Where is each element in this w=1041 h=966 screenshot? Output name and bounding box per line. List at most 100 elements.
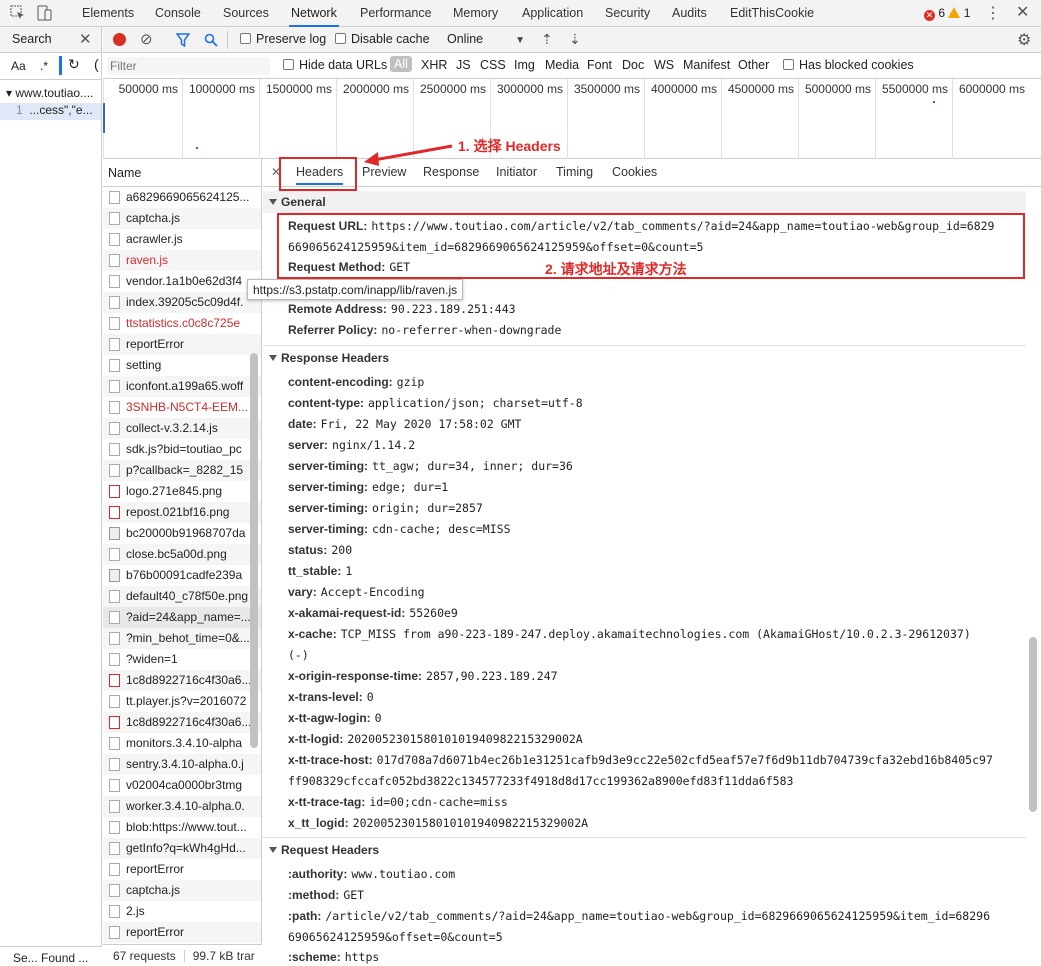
- request-row[interactable]: getInfo?q=kWh4gHd...: [103, 838, 261, 859]
- request-row[interactable]: acrawler.js: [103, 229, 261, 250]
- filter-icon[interactable]: [176, 33, 190, 47]
- tab-sources[interactable]: Sources: [221, 0, 271, 27]
- request-list-scrollbar[interactable]: [250, 353, 258, 748]
- tab-timing[interactable]: Timing: [556, 165, 593, 179]
- image-file-icon: [109, 716, 120, 729]
- request-headers-section-header[interactable]: Request Headers: [263, 843, 1026, 857]
- tab-editthiscookie[interactable]: EditThisCookie: [728, 0, 816, 27]
- details-scrollbar[interactable]: [1029, 637, 1037, 812]
- filter-img[interactable]: Img: [514, 58, 535, 72]
- timeline-overview[interactable]: 500000 ms 1000000 ms 1500000 ms 2000000 …: [103, 79, 1041, 159]
- request-row[interactable]: logo.271e845.png: [103, 481, 261, 502]
- request-row[interactable]: monitors.3.4.10-alpha: [103, 733, 261, 754]
- request-row[interactable]: reportError: [103, 334, 261, 355]
- filter-xhr[interactable]: XHR: [421, 58, 447, 72]
- request-row[interactable]: collect-v.3.2.14.js: [103, 418, 261, 439]
- request-row[interactable]: setting: [103, 355, 261, 376]
- request-row[interactable]: vendor.1a1b0e62d3f4: [103, 271, 261, 292]
- match-case-toggle[interactable]: Aa: [11, 59, 26, 73]
- request-row[interactable]: sentry.3.4.10-alpha.0.j: [103, 754, 261, 775]
- tab-performance[interactable]: Performance: [358, 0, 434, 27]
- request-row[interactable]: captcha.js: [103, 880, 261, 901]
- file-icon: [109, 737, 120, 750]
- close-devtools-icon[interactable]: ✕: [1016, 2, 1029, 22]
- response-headers-section-header[interactable]: Response Headers: [263, 351, 1026, 365]
- tab-cookies[interactable]: Cookies: [612, 165, 657, 179]
- response-header-row: server-timing: edge; dur=1: [288, 480, 449, 494]
- search-result-file[interactable]: ▾ www.toutiao....: [0, 86, 101, 103]
- file-icon: [109, 191, 120, 204]
- has-blocked-cookies-checkbox[interactable]: Has blocked cookies: [783, 58, 914, 72]
- refresh-icon[interactable]: ↻: [68, 56, 80, 73]
- tab-network[interactable]: Network: [289, 0, 339, 27]
- request-row[interactable]: close.bc5a00d.png: [103, 544, 261, 565]
- request-row[interactable]: iconfont.a199a65.woff: [103, 376, 261, 397]
- tab-elements[interactable]: Elements: [80, 0, 136, 27]
- response-header-row: tt_stable: 1: [288, 564, 353, 578]
- request-row[interactable]: index.39205c5c09d4f.: [103, 292, 261, 313]
- disable-cache-checkbox[interactable]: Disable cache: [335, 32, 430, 46]
- request-row[interactable]: tt.player.js?v=2016072: [103, 691, 261, 712]
- filter-manifest[interactable]: Manifest: [683, 58, 730, 72]
- annotation-step2: 2. 请求地址及请求方法: [545, 261, 687, 277]
- filter-ws[interactable]: WS: [654, 58, 674, 72]
- record-icon[interactable]: [113, 33, 126, 46]
- device-toolbar-icon[interactable]: [35, 4, 53, 22]
- request-row-selected[interactable]: ?aid=24&app_name=...: [103, 607, 261, 628]
- request-row[interactable]: worker.3.4.10-alpha.0.: [103, 796, 261, 817]
- request-row[interactable]: 3SNHB-N5CT4-EEM...: [103, 397, 261, 418]
- request-row[interactable]: a6829669065624125...: [103, 187, 261, 208]
- filter-font[interactable]: Font: [587, 58, 612, 72]
- request-row[interactable]: 1c8d8922716c4f30a6...: [103, 670, 261, 691]
- request-row[interactable]: reportError: [103, 859, 261, 880]
- filter-input[interactable]: [107, 57, 270, 75]
- request-row[interactable]: raven.js: [103, 250, 261, 271]
- filter-doc[interactable]: Doc: [622, 58, 644, 72]
- throttling-select[interactable]: Online ▼: [447, 32, 525, 46]
- request-row[interactable]: ?min_behot_time=0&...: [103, 628, 261, 649]
- request-row[interactable]: 2.js: [103, 901, 261, 922]
- tab-memory[interactable]: Memory: [451, 0, 500, 27]
- filter-js[interactable]: JS: [456, 58, 471, 72]
- filter-media[interactable]: Media: [545, 58, 579, 72]
- name-column-header[interactable]: Name: [103, 159, 261, 187]
- inspect-element-icon[interactable]: [9, 4, 27, 22]
- search-icon[interactable]: [204, 33, 218, 47]
- request-row[interactable]: reportError: [103, 922, 261, 943]
- filter-other[interactable]: Other: [738, 58, 769, 72]
- clear-log-icon[interactable]: ⊘: [140, 30, 153, 48]
- more-options-icon[interactable]: ⋮: [985, 3, 1001, 23]
- search-input-cursor[interactable]: [59, 56, 62, 75]
- request-row[interactable]: b76b00091cadfe239a: [103, 565, 261, 586]
- import-har-icon[interactable]: ⇡: [541, 31, 553, 48]
- request-row[interactable]: captcha.js: [103, 208, 261, 229]
- export-har-icon[interactable]: ⇣: [569, 31, 581, 48]
- network-settings-gear-icon[interactable]: ⚙: [1017, 30, 1031, 50]
- clear-icon[interactable]: (: [94, 56, 99, 72]
- request-row[interactable]: default40_c78f50e.png: [103, 586, 261, 607]
- request-row[interactable]: ttstatistics.c0c8c725e: [103, 313, 261, 334]
- annotation-arrow-icon: [364, 144, 453, 166]
- tab-console[interactable]: Console: [153, 0, 203, 27]
- preserve-log-checkbox[interactable]: Preserve log: [240, 32, 326, 46]
- request-row[interactable]: v02004ca0000br3tmg: [103, 775, 261, 796]
- search-result-line[interactable]: 1 ...cess","e...: [0, 103, 101, 120]
- filter-all[interactable]: All: [390, 56, 412, 72]
- close-search-icon[interactable]: ✕: [79, 30, 92, 48]
- regex-toggle[interactable]: .*: [40, 59, 48, 73]
- hide-data-urls-checkbox[interactable]: Hide data URLs: [283, 58, 387, 72]
- request-row[interactable]: 1c8d8922716c4f30a6...: [103, 712, 261, 733]
- request-row[interactable]: blob:https://www.tout...: [103, 817, 261, 838]
- filter-css[interactable]: CSS: [480, 58, 506, 72]
- error-warning-counter[interactable]: ✕ 6 1: [924, 6, 970, 21]
- request-row[interactable]: ?widen=1: [103, 649, 261, 670]
- general-section-header[interactable]: General: [263, 191, 1026, 213]
- request-row[interactable]: repost.021bf16.png: [103, 502, 261, 523]
- request-row[interactable]: bc20000b91968707da: [103, 523, 261, 544]
- tab-audits[interactable]: Audits: [670, 0, 709, 27]
- tab-initiator[interactable]: Initiator: [496, 165, 537, 179]
- tab-application[interactable]: Application: [520, 0, 585, 27]
- request-row[interactable]: sdk.js?bid=toutiao_pc: [103, 439, 261, 460]
- request-row[interactable]: p?callback=_8282_15: [103, 460, 261, 481]
- tab-security[interactable]: Security: [603, 0, 652, 27]
